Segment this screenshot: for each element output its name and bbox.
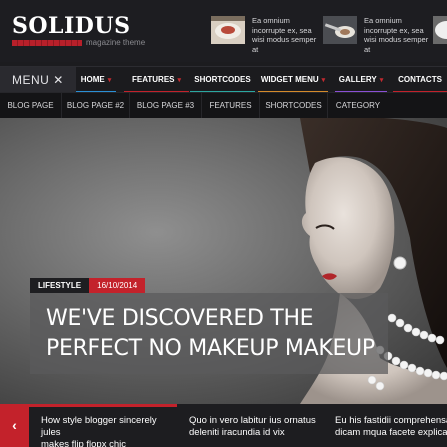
hero-title-line-2[interactable]: PERFECT NO MAKEUP MAKEUP: [46, 336, 375, 362]
site-logo[interactable]: SOLIDUS magazine theme: [12, 13, 145, 47]
header-post-2[interactable]: Ea omnium incorrupte ex, sea wisi modus …: [323, 16, 432, 54]
header-post-2-text[interactable]: Ea omnium incorrupte ex, sea wisi modus …: [364, 16, 432, 54]
date-badge: 16/10/2014: [89, 278, 146, 293]
nav-item-label: HOME: [80, 75, 105, 84]
site-header: SOLIDUS magazine theme Ea omnium incorru…: [0, 0, 447, 62]
menu-toggle-label: MENU: [12, 73, 50, 87]
plate-thumbnail[interactable]: [433, 16, 447, 44]
sub-navigation: BLOG PAGE BLOG PAGE #2 BLOG PAGE #3 FEAT…: [0, 92, 447, 119]
nav-item-shortcodes[interactable]: SHORTCODES: [190, 67, 255, 93]
nav-item-label: CONTACTS: [398, 75, 442, 84]
logo-stripe: [12, 40, 82, 46]
subnav-item-blog-page-2[interactable]: BLOG PAGE #2: [62, 93, 130, 119]
header-post-3[interactable]: Ea: [433, 16, 447, 50]
chevron-down-icon: ▾: [107, 77, 112, 84]
menu-toggle-button[interactable]: MENU ✕: [0, 67, 76, 93]
close-icon: ✕: [53, 73, 64, 87]
nav-item-widget-menu[interactable]: WIDGET MENU ▾: [258, 67, 328, 93]
subnav-item-features[interactable]: FEATURES: [202, 93, 260, 119]
hero-title-line-1[interactable]: WE'VE DISCOVERED THE: [46, 306, 314, 332]
ticker-item-line: How style blogger sincerely jules: [41, 415, 157, 438]
ticker-item-2[interactable]: Quo in vero labitur ius ornatus deleniti…: [177, 404, 323, 447]
food-plate-thumbnail[interactable]: [211, 16, 245, 44]
chevron-down-icon: ▾: [379, 77, 384, 84]
page: SOLIDUS magazine theme Ea omnium incorru…: [0, 0, 447, 447]
ticker-item-line: Eu his fastidii comprehensam in: [335, 415, 447, 426]
main-navigation: MENU ✕ HOME ▾ FEATURES ▾ SHORTCODES WIDGET…: [0, 66, 447, 93]
header-post-1[interactable]: Ea omnium incorrupte ex, sea wisi modus …: [211, 16, 320, 54]
chevron-down-icon: ▾: [321, 77, 326, 84]
hero-badges: LIFESTYLE 16/10/2014: [30, 278, 146, 293]
header-post-1-text[interactable]: Ea omnium incorrupte ex, sea wisi modus …: [252, 16, 320, 54]
nav-item-label: SHORTCODES: [194, 75, 251, 84]
subnav-item-shortcodes[interactable]: SHORTCODES: [260, 93, 328, 119]
subnav-item-blog-page[interactable]: BLOG PAGE: [0, 93, 62, 119]
nav-item-gallery[interactable]: GALLERY ▾: [335, 67, 387, 93]
chevron-left-icon: ‹: [12, 417, 17, 433]
nav-item-label: WIDGET MENU: [260, 75, 319, 84]
subnav-item-category[interactable]: CATEGORY: [328, 93, 388, 119]
chevron-down-icon: ▾: [177, 77, 182, 84]
spoon-thumbnail[interactable]: [323, 16, 357, 44]
ticker-item-1[interactable]: How style blogger sincerely jules makes …: [29, 404, 177, 447]
logo-tagline: magazine theme: [86, 38, 146, 47]
nav-item-home[interactable]: HOME ▾: [76, 67, 116, 93]
post-ticker: ‹ How style blogger sincerely jules make…: [0, 404, 447, 447]
nav-item-contacts[interactable]: CONTACTS: [393, 67, 447, 93]
hero-title-box[interactable]: WE'VE DISCOVERED THE PERFECT NO MAKEUP M…: [30, 293, 388, 374]
ticker-item-line: makes flip flopx chic: [41, 439, 127, 447]
nav-item-label: FEATURES: [131, 75, 175, 84]
ticker-item-line: dicam mqua facete explicari: [335, 427, 447, 438]
ticker-item-line: Quo in vero labitur ius ornatus: [189, 415, 316, 426]
ticker-prev-button[interactable]: ‹: [0, 404, 29, 447]
featured-hero[interactable]: LIFESTYLE 16/10/2014 WE'VE DISCOVERED TH…: [0, 118, 447, 404]
ticker-item-3[interactable]: Eu his fastidii comprehensam in dicam mq…: [323, 404, 447, 447]
logo-title: SOLIDUS: [12, 13, 131, 39]
category-badge[interactable]: LIFESTYLE: [30, 278, 90, 293]
subnav-item-blog-page-3[interactable]: BLOG PAGE #3: [130, 93, 202, 119]
ticker-item-line: deleniti iracundia id vix: [189, 427, 285, 438]
nav-item-features[interactable]: FEATURES ▾: [124, 67, 189, 93]
nav-item-label: GALLERY: [338, 75, 377, 84]
